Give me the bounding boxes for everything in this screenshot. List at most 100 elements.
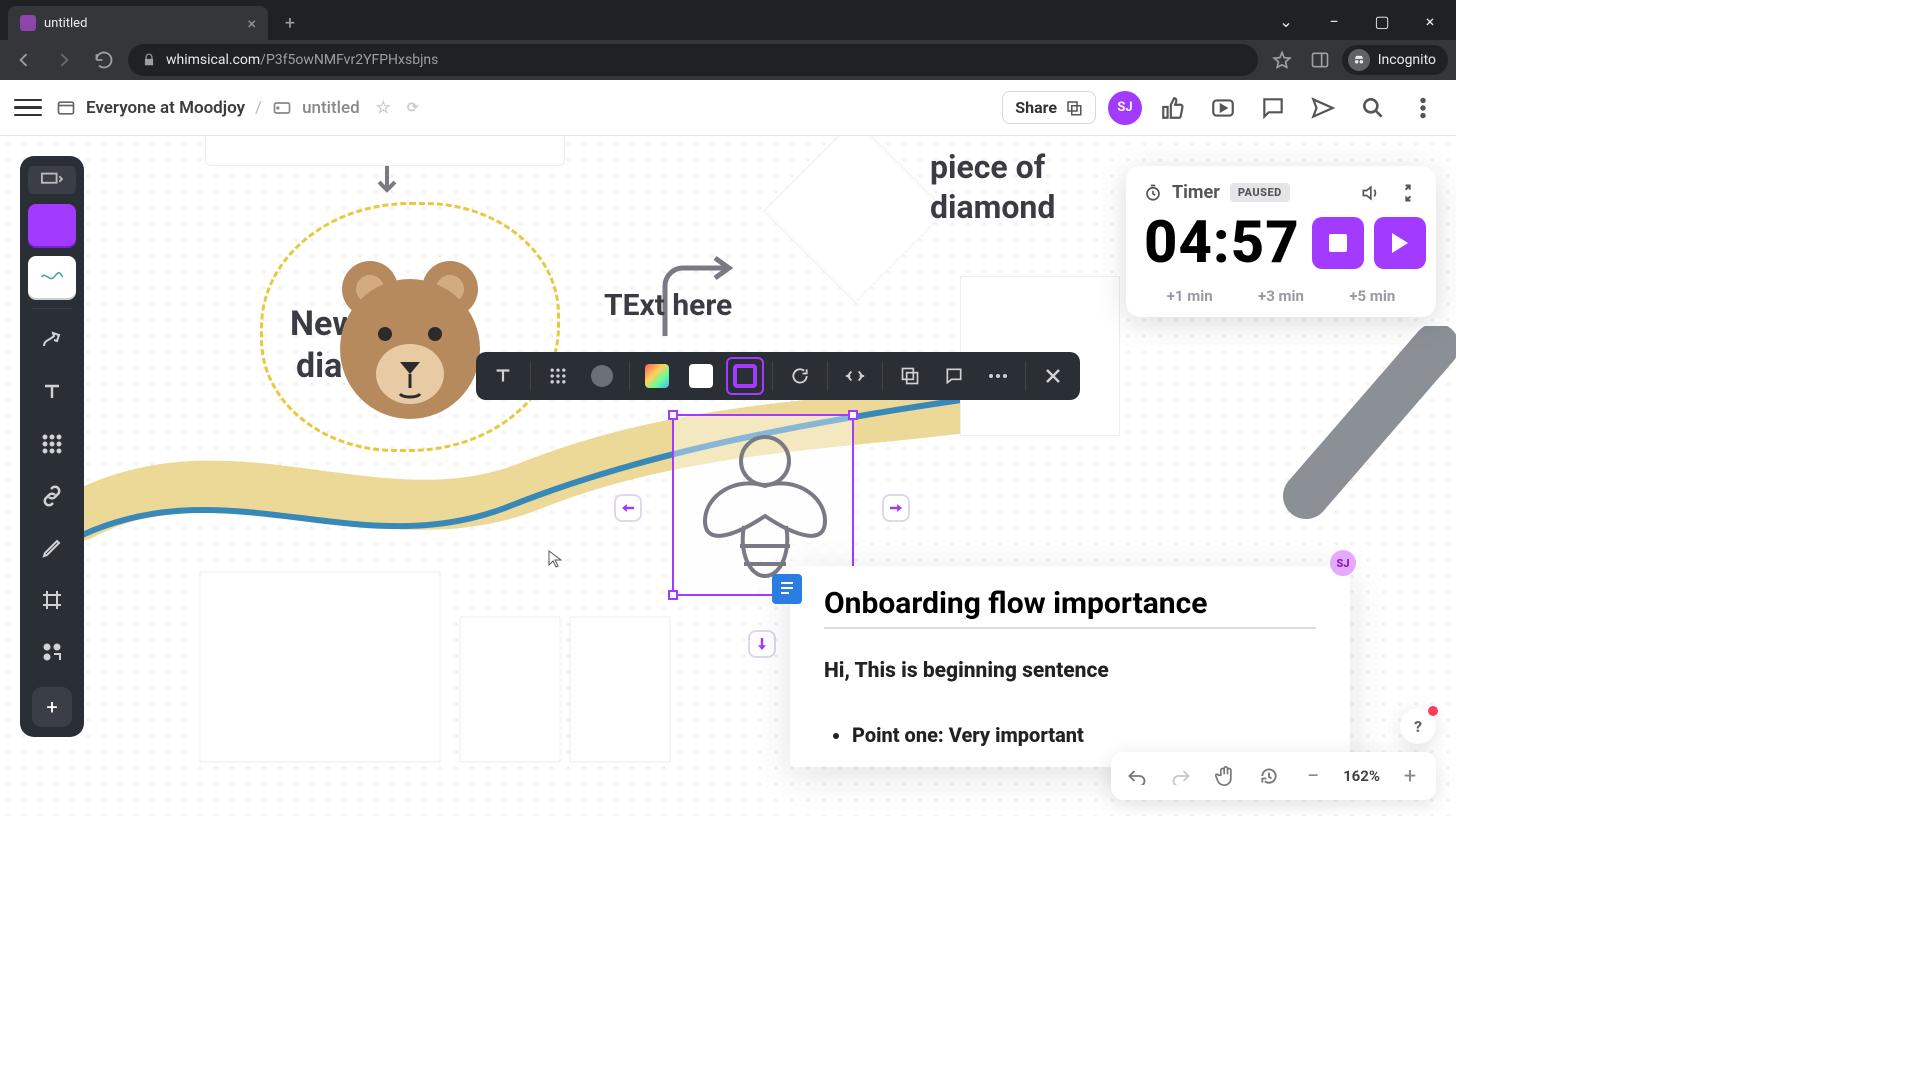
back-button[interactable] — [8, 44, 40, 76]
doc-card[interactable]: Onboarding flow importance Hi, This is b… — [790, 566, 1350, 767]
timer-play-button[interactable] — [1374, 217, 1426, 269]
context-toolbar — [476, 352, 1080, 400]
avatar[interactable]: SJ — [1108, 91, 1142, 125]
timer-add-1min[interactable]: +1 min — [1167, 287, 1213, 305]
reload-button[interactable] — [88, 44, 120, 76]
browser-tab-strip: untitled × + ⌄ − ▢ × — [0, 0, 1456, 40]
canvas-text-piece[interactable]: piece of — [930, 148, 1045, 186]
favicon-icon — [20, 15, 36, 31]
ctx-close-button[interactable] — [1034, 357, 1072, 395]
timer-stop-button[interactable] — [1312, 217, 1364, 269]
tool-mode-selector[interactable] — [28, 166, 76, 194]
breadcrumb: Everyone at Moodjoy / untitled ☆ ⟳ — [56, 98, 419, 118]
send-icon[interactable] — [1304, 89, 1342, 127]
ctx-rotate-tool[interactable] — [781, 357, 819, 395]
more-icon[interactable] — [1404, 89, 1442, 127]
components-tool[interactable] — [28, 631, 76, 673]
lock-icon — [142, 53, 156, 67]
ctx-grid-tool[interactable] — [539, 357, 577, 395]
pencil-tool[interactable] — [28, 527, 76, 569]
connector-handle-right[interactable] — [882, 494, 910, 522]
doc-card-body[interactable]: Hi, This is beginning sentence — [824, 659, 1316, 683]
ctx-fill-swatch[interactable] — [682, 357, 720, 395]
timer-status-badge: PAUSED — [1230, 183, 1290, 202]
side-panel-icon[interactable] — [1304, 44, 1336, 76]
timer-collapse-icon[interactable] — [1398, 183, 1418, 203]
workspace-icon — [56, 98, 76, 118]
timer-add-5min[interactable]: +5 min — [1349, 287, 1395, 305]
resize-handle-sw[interactable] — [668, 590, 678, 600]
zoom-level[interactable]: 162% — [1339, 767, 1384, 785]
canvas-text-here[interactable]: TExt here — [604, 288, 732, 323]
maximize-icon[interactable]: ▢ — [1360, 6, 1404, 36]
present-icon[interactable] — [1204, 89, 1242, 127]
doc-card-title[interactable]: Onboarding flow importance — [824, 586, 1316, 629]
ctx-duplicate-tool[interactable] — [891, 357, 929, 395]
incognito-badge[interactable]: Incognito — [1342, 45, 1448, 75]
ctx-constrain-tool[interactable] — [836, 357, 874, 395]
connector-handle-bottom[interactable] — [748, 630, 776, 658]
close-window-icon[interactable]: × — [1408, 6, 1452, 36]
share-button[interactable]: Share — [1002, 91, 1096, 124]
bookmark-icon[interactable] — [1266, 44, 1298, 76]
ctx-more-tool[interactable] — [979, 357, 1017, 395]
breadcrumb-sep: / — [255, 98, 262, 118]
workspace-name[interactable]: Everyone at Moodjoy — [86, 98, 245, 118]
canvas-text-diamond[interactable]: diamond — [930, 188, 1055, 226]
doc-type-icon — [272, 98, 292, 118]
favorite-icon[interactable]: ☆ — [376, 98, 391, 118]
timer-add-3min[interactable]: +3 min — [1258, 287, 1304, 305]
ctx-comment-tool[interactable] — [935, 357, 973, 395]
timer-label: Timer — [1172, 182, 1220, 203]
connector-handle-left[interactable] — [614, 494, 642, 522]
wireframe-frame-shape[interactable] — [180, 552, 680, 792]
tabs-dropdown-icon[interactable]: ⌄ — [1264, 6, 1308, 36]
comments-icon[interactable] — [1254, 89, 1292, 127]
gray-connector-shape — [1276, 326, 1456, 526]
hand-tool-button[interactable] — [1207, 758, 1243, 794]
resize-handle-ne[interactable] — [848, 410, 858, 420]
doc-card-bullet[interactable]: Point one: Very important — [852, 723, 1316, 747]
timer-icon — [1144, 184, 1162, 202]
new-tab-button[interactable]: + — [276, 9, 304, 37]
history-button[interactable] — [1251, 758, 1287, 794]
incognito-icon — [1348, 49, 1370, 71]
browser-tab[interactable]: untitled × — [8, 6, 268, 40]
connector-tool[interactable] — [28, 319, 76, 361]
timer-sound-icon[interactable] — [1360, 183, 1380, 203]
canvas[interactable]: + New dia TExt here piece of diamond — [0, 136, 1456, 816]
close-tab-icon[interactable]: × — [247, 14, 256, 33]
frame-tool[interactable] — [28, 579, 76, 621]
menu-button[interactable] — [14, 94, 42, 122]
resize-handle-nw[interactable] — [668, 410, 678, 420]
undo-button[interactable] — [1119, 758, 1155, 794]
url-domain: whimsical.com — [166, 52, 260, 68]
zoom-out-button[interactable]: − — [1295, 758, 1331, 794]
share-label: Share — [1015, 98, 1057, 117]
ctx-image-swatch[interactable] — [638, 357, 676, 395]
ctx-text-tool[interactable] — [484, 357, 522, 395]
doc-title[interactable]: untitled — [302, 98, 360, 118]
grid-tool[interactable] — [28, 423, 76, 465]
sync-icon[interactable]: ⟳ — [407, 100, 419, 116]
notification-dot-icon — [1428, 706, 1438, 716]
card-shape[interactable] — [205, 136, 565, 166]
sticky-note-tool[interactable] — [28, 204, 76, 246]
card-tool[interactable] — [28, 256, 76, 298]
add-tool-button[interactable]: + — [32, 687, 72, 727]
ctx-shape-circle[interactable] — [583, 357, 621, 395]
link-tool[interactable] — [28, 475, 76, 517]
ctx-border-swatch[interactable] — [726, 357, 764, 395]
help-button[interactable]: ? — [1400, 708, 1436, 744]
zoom-in-button[interactable]: + — [1392, 758, 1428, 794]
arrow-down-icon — [375, 164, 399, 198]
redo-button[interactable] — [1163, 758, 1199, 794]
text-tool[interactable] — [28, 371, 76, 413]
like-icon[interactable] — [1154, 89, 1192, 127]
search-icon[interactable] — [1354, 89, 1392, 127]
address-bar: whimsical.com/P3f5owNMFvr2YFPHxsbjns Inc… — [0, 40, 1456, 80]
url-field[interactable]: whimsical.com/P3f5owNMFvr2YFPHxsbjns — [128, 44, 1258, 76]
forward-button[interactable] — [48, 44, 80, 76]
minimize-icon[interactable]: − — [1312, 6, 1356, 36]
left-toolbox: + — [20, 156, 84, 737]
